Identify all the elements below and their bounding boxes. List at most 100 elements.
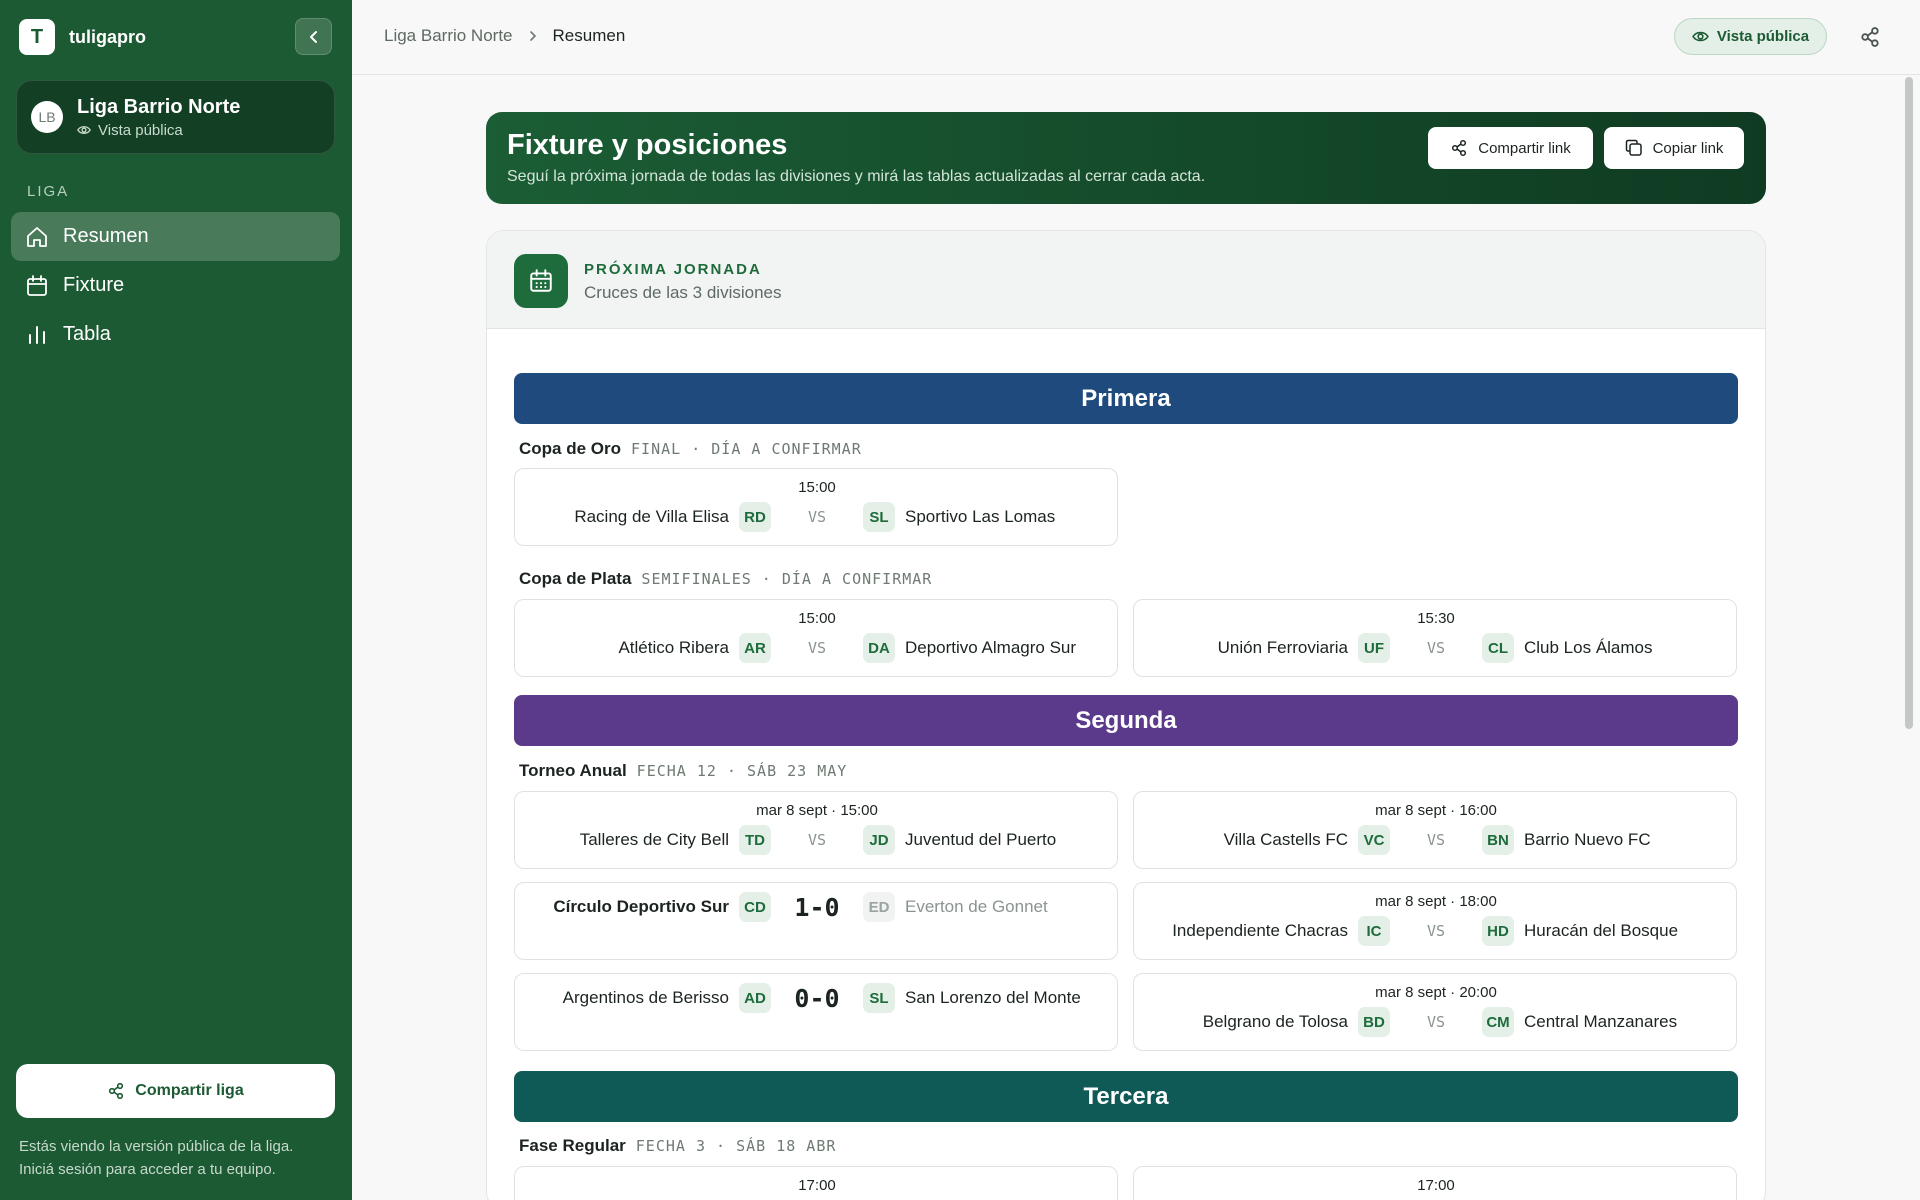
home-team-badge: CD: [739, 892, 771, 922]
group-tag: SEMIFINALES · DÍA A CONFIRMAR: [641, 570, 933, 588]
page-subtitle: Seguí la próxima jornada de todas las di…: [507, 168, 1206, 185]
home-team: Círculo Deportivo Sur: [553, 897, 729, 916]
share-league-button[interactable]: Compartir liga: [16, 1064, 335, 1118]
copy-link-label: Copiar link: [1652, 139, 1724, 157]
breadcrumb: Liga Barrio Norte Resumen: [384, 26, 625, 46]
match-vs: VS: [807, 639, 827, 657]
group-label: Copa de Plata SEMIFINALES · DÍA A CONFIR…: [519, 569, 932, 589]
next-round-card: PRÓXIMA JORNADA Cruces de las 3 division…: [486, 230, 1766, 1200]
home-team: Argentinos de Berisso: [562, 988, 729, 1007]
away-team-badge: SL: [863, 502, 895, 532]
away-team-badge: JD: [863, 825, 895, 855]
away-team: Barrio Nuevo FC: [1524, 830, 1651, 849]
home-team: Racing de Villa Elisa: [574, 507, 729, 526]
share-icon: [1452, 139, 1467, 157]
share-icon: [109, 1082, 124, 1100]
match-time: 15:00: [798, 610, 836, 627]
match-card[interactable]: 17:00: [514, 1166, 1118, 1200]
match-score: 1-0: [794, 892, 840, 922]
match-card[interactable]: mar 8 sept · 15:00 Talleres de City Bell…: [514, 791, 1118, 869]
sidebar-item-label: Tabla: [63, 323, 111, 345]
avatar: LB: [31, 101, 63, 133]
match-score: 0-0: [794, 983, 840, 1013]
division-header-primera: Primera: [514, 373, 1738, 424]
match-card[interactable]: mar 8 sept · 18:00 Independiente Chacras…: [1133, 882, 1737, 960]
match-card[interactable]: Círculo Deportivo Sur CD 1-0 ED Everton …: [514, 882, 1118, 960]
sidebar-item-resumen[interactable]: Resumen: [11, 212, 340, 261]
share-button[interactable]: [1855, 22, 1885, 52]
home-team-badge: RD: [739, 502, 771, 532]
away-team-badge: CM: [1482, 1007, 1514, 1037]
home-icon: [27, 226, 47, 247]
match-vs: VS: [1426, 831, 1446, 849]
match-card[interactable]: 15:30 Unión Ferroviaria UF VS CL Club Lo…: [1133, 599, 1737, 677]
hero-banner: Fixture y posiciones Seguí la próxima jo…: [486, 112, 1766, 204]
home-team-badge: TD: [739, 825, 771, 855]
away-team-badge: CL: [1482, 633, 1514, 663]
copy-icon: [1625, 139, 1642, 156]
public-view-label: Vista pública: [1716, 28, 1810, 45]
league-card[interactable]: LB Liga Barrio Norte Vista pública: [16, 80, 335, 154]
sidebar-note-line: Estás viendo la versión pública de la li…: [19, 1138, 294, 1155]
away-team: Sportivo Las Lomas: [905, 507, 1056, 526]
collapse-sidebar-button[interactable]: [295, 18, 332, 55]
match-card[interactable]: 15:00 Racing de Villa Elisa RD VS SL Spo…: [514, 468, 1118, 546]
bar-chart-icon: [29, 325, 45, 344]
home-team-badge: AR: [739, 633, 771, 663]
home-team: Unión Ferroviaria: [1217, 638, 1348, 657]
sidebar-note-line: Iniciá sesión para acceder a tu equipo.: [19, 1161, 276, 1178]
away-team-badge: BN: [1482, 825, 1514, 855]
match-time: mar 8 sept · 15:00: [756, 802, 878, 819]
away-team: Deportivo Almagro Sur: [905, 638, 1077, 657]
home-team-badge: UF: [1358, 633, 1390, 663]
match-card[interactable]: Argentinos de Berisso AD 0-0 SL San Lore…: [514, 973, 1118, 1051]
match-card[interactable]: 17:00: [1133, 1166, 1737, 1200]
sidebar-nav: Resumen Fixture Tabla: [11, 212, 340, 359]
match-time: 15:30: [1417, 610, 1455, 627]
home-team: Belgrano de Tolosa: [1202, 1012, 1348, 1031]
sidebar-note: Estás viendo la versión pública de la li…: [19, 1135, 339, 1181]
match-vs: VS: [1426, 922, 1446, 940]
match-time: mar 8 sept · 18:00: [1375, 893, 1497, 910]
group-label: Copa de Oro FINAL · DÍA A CONFIRMAR: [519, 439, 862, 459]
match-vs: VS: [807, 508, 827, 526]
brand[interactable]: T tuligapro: [19, 19, 146, 55]
card-header: PRÓXIMA JORNADA Cruces de las 3 division…: [487, 231, 1765, 329]
share-link-button[interactable]: Compartir link: [1428, 127, 1593, 169]
match-vs: VS: [807, 831, 827, 849]
match-time: mar 8 sept · 16:00: [1375, 802, 1497, 819]
match-card[interactable]: mar 8 sept · 16:00 Villa Castells FC VC …: [1133, 791, 1737, 869]
group-tag: FECHA 3 · SÁB 18 ABR: [635, 1137, 837, 1155]
public-view-button[interactable]: Vista pública: [1674, 18, 1827, 55]
match-card[interactable]: 15:00 Atlético Ribera AR VS DA Deportivo…: [514, 599, 1118, 677]
sidebar-item-tabla[interactable]: Tabla: [11, 310, 340, 359]
scrollbar[interactable]: [1900, 75, 1920, 1200]
card-kicker: PRÓXIMA JORNADA: [584, 261, 762, 278]
group-label: Torneo Anual FECHA 12 · SÁB 23 MAY: [519, 761, 847, 781]
match-card[interactable]: mar 8 sept · 20:00 Belgrano de Tolosa BD…: [1133, 973, 1737, 1051]
home-team-badge: AD: [739, 983, 771, 1013]
home-team: Independiente Chacras: [1172, 921, 1348, 940]
match-vs: VS: [1426, 1013, 1446, 1031]
calendar-tile: [514, 254, 568, 308]
share-icon: [1861, 27, 1879, 47]
away-team: Everton de Gonnet: [905, 897, 1048, 916]
home-team: Villa Castells FC: [1223, 830, 1348, 849]
group-name: Torneo Anual: [519, 761, 627, 780]
group-label: Fase Regular FECHA 3 · SÁB 18 ABR: [519, 1136, 836, 1156]
breadcrumb-league-link[interactable]: Liga Barrio Norte: [384, 26, 513, 46]
scrollbar-thumb[interactable]: [1905, 77, 1913, 729]
chevron-right-icon: [529, 31, 536, 41]
away-team: Central Manzanares: [1524, 1012, 1678, 1031]
sidebar-item-fixture[interactable]: Fixture: [11, 261, 340, 310]
home-team-badge: BD: [1358, 1007, 1390, 1037]
copy-link-button[interactable]: Copiar link: [1604, 127, 1744, 169]
league-visibility: Vista pública: [77, 122, 240, 139]
page-title: Fixture y posiciones: [507, 129, 788, 161]
league-visibility-label: Vista pública: [98, 121, 183, 139]
match-time: 15:00: [798, 479, 836, 496]
sidebar: T tuligapro LB Liga Barrio Norte Vista p…: [0, 0, 352, 1200]
share-link-label: Compartir link: [1478, 139, 1571, 157]
group-name: Copa de Oro: [519, 439, 622, 458]
away-team-badge: SL: [863, 983, 895, 1013]
